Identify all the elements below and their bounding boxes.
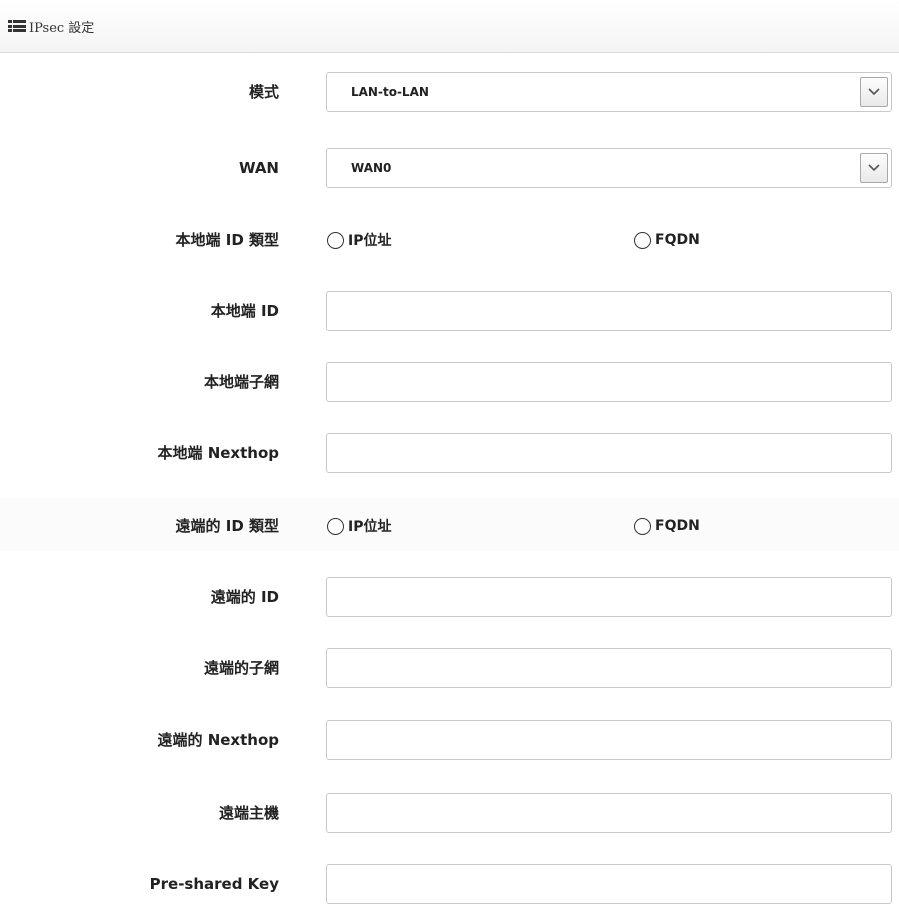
remote-id-type-ip-option[interactable]: IP位址 xyxy=(327,506,391,546)
radio-button[interactable] xyxy=(634,231,651,249)
remote-host-label: 遠端主機 xyxy=(218,804,279,822)
psk-label: Pre-shared Key xyxy=(149,875,279,893)
local-nexthop-input[interactable] xyxy=(326,433,892,473)
remote-id-label: 遠端的 ID xyxy=(210,588,279,606)
mode-row: 模式 LAN-to-LAN xyxy=(0,72,899,112)
list-icon xyxy=(8,20,26,32)
remote-host-row: 遠端主機 xyxy=(0,793,899,833)
radio-button[interactable] xyxy=(327,517,344,535)
radio-button[interactable] xyxy=(327,231,344,249)
panel-header: IPsec 設定 xyxy=(0,0,899,53)
remote-id-type-fqdn-option[interactable]: FQDN xyxy=(634,506,700,546)
local-nexthop-label: 本地端 Nexthop xyxy=(157,444,279,462)
radio-label-fqdn: FQDN xyxy=(655,518,700,534)
mode-select-value: LAN-to-LAN xyxy=(351,85,429,99)
local-subnet-label: 本地端子網 xyxy=(203,373,279,391)
chevron-down-icon[interactable] xyxy=(860,153,888,183)
radio-button[interactable] xyxy=(634,517,651,535)
psk-input[interactable] xyxy=(326,864,892,904)
mode-select[interactable]: LAN-to-LAN xyxy=(326,72,892,112)
remote-id-type-row: 遠端的 ID 類型 IP位址 FQDN xyxy=(0,506,899,546)
psk-row: Pre-shared Key xyxy=(0,864,899,904)
remote-subnet-label: 遠端的子網 xyxy=(203,659,279,677)
local-id-row: 本地端 ID xyxy=(0,291,899,331)
radio-label-ip: IP位址 xyxy=(348,519,392,535)
wan-row: WAN WAN0 xyxy=(0,148,899,188)
wan-select[interactable]: WAN0 xyxy=(326,148,892,188)
local-subnet-row: 本地端子網 xyxy=(0,362,899,402)
remote-id-row: 遠端的 ID xyxy=(0,577,899,617)
local-id-input[interactable] xyxy=(326,291,892,331)
remote-nexthop-input[interactable] xyxy=(326,720,892,760)
radio-label-fqdn: FQDN xyxy=(655,232,700,248)
chevron-down-icon[interactable] xyxy=(860,77,888,107)
local-id-type-row: 本地端 ID 類型 IP位址 FQDN xyxy=(0,220,899,260)
local-id-type-label: 本地端 ID 類型 xyxy=(175,231,279,249)
wan-label: WAN xyxy=(238,159,279,177)
remote-subnet-row: 遠端的子網 xyxy=(0,648,899,688)
remote-id-input[interactable] xyxy=(326,577,892,617)
local-nexthop-row: 本地端 Nexthop xyxy=(0,433,899,473)
remote-nexthop-row: 遠端的 Nexthop xyxy=(0,720,899,760)
remote-nexthop-label: 遠端的 Nexthop xyxy=(157,731,279,749)
panel-title: IPsec 設定 xyxy=(29,20,95,36)
remote-host-input[interactable] xyxy=(326,793,892,833)
mode-label: 模式 xyxy=(248,83,279,101)
local-id-type-fqdn-option[interactable]: FQDN xyxy=(634,220,700,260)
radio-label-ip: IP位址 xyxy=(348,233,392,249)
local-subnet-input[interactable] xyxy=(326,362,892,402)
wan-select-value: WAN0 xyxy=(351,161,392,175)
ipsec-settings-panel: IPsec 設定 模式 LAN-to-LAN WAN WAN0 本地端 ID 類… xyxy=(0,0,899,917)
remote-subnet-input[interactable] xyxy=(326,648,892,688)
local-id-label: 本地端 ID xyxy=(210,302,279,320)
remote-id-type-label: 遠端的 ID 類型 xyxy=(175,517,279,535)
local-id-type-ip-option[interactable]: IP位址 xyxy=(327,220,391,260)
